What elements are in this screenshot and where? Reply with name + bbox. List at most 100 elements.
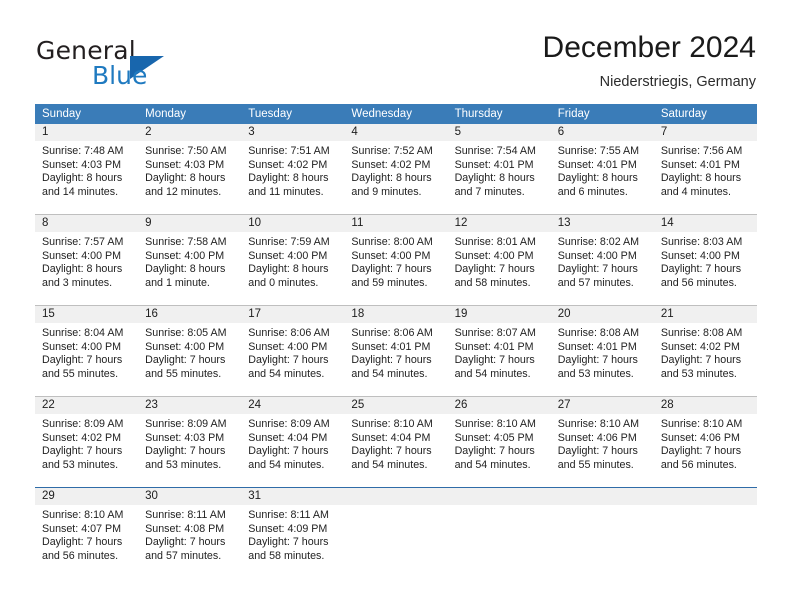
day-cell[interactable]: Sunrise: 8:11 AM Sunset: 4:08 PM Daylight:… <box>138 505 241 578</box>
day-cell[interactable]: Sunrise: 8:08 AM Sunset: 4:02 PM Daylight:… <box>654 323 757 396</box>
day-number[interactable]: 9 <box>138 215 241 232</box>
day-cell[interactable]: Sunrise: 7:58 AM Sunset: 4:00 PM Daylight:… <box>138 232 241 305</box>
general-blue-logo[interactable]: General Blue <box>36 36 276 92</box>
day-daylight2-text: and 54 minutes. <box>248 367 325 380</box>
day-number[interactable] <box>551 488 654 505</box>
day-number[interactable]: 2 <box>138 124 241 141</box>
day-daylight2-text: and 53 minutes. <box>557 367 634 380</box>
day-number[interactable]: 31 <box>241 488 344 505</box>
day-sunrise-text: Sunrise: 8:09 AM <box>145 418 227 430</box>
day-number[interactable]: 24 <box>241 397 344 414</box>
calendar-week-row: 8 9 10 11 12 13 14 Sunrise: 7:57 AM Sunset: 4:00… <box>35 214 757 305</box>
weekday-header-tuesday: Tuesday <box>248 108 292 120</box>
day-cell[interactable]: Sunrise: 8:05 AM Sunset: 4:00 PM Daylight:… <box>138 323 241 396</box>
day-sunrise-text: Sunrise: 8:07 AM <box>454 327 536 339</box>
day-number[interactable]: 25 <box>344 397 447 414</box>
day-cell[interactable]: Sunrise: 8:02 AM Sunset: 4:00 PM Daylight:… <box>551 232 654 305</box>
day-daylight2-text: and 54 minutes. <box>351 458 428 471</box>
day-cell[interactable]: Sunrise: 8:10 AM Sunset: 4:04 PM Daylight:… <box>344 414 447 487</box>
day-number[interactable]: 15 <box>35 306 138 323</box>
day-sunrise-text: Sunrise: 7:54 AM <box>454 145 536 157</box>
day-number[interactable]: 20 <box>551 306 654 323</box>
day-daylight2-text: and 11 minutes. <box>248 185 324 198</box>
day-cell[interactable]: Sunrise: 8:06 AM Sunset: 4:01 PM Daylight:… <box>344 323 447 396</box>
day-sunrise-text: Sunrise: 8:04 AM <box>42 327 124 339</box>
day-daylight2-text: and 55 minutes. <box>145 367 222 380</box>
day-cell[interactable]: Sunrise: 8:10 AM Sunset: 4:07 PM Daylight:… <box>35 505 138 578</box>
day-number[interactable]: 14 <box>654 215 757 232</box>
day-number[interactable]: 28 <box>654 397 757 414</box>
day-number[interactable]: 27 <box>551 397 654 414</box>
day-number[interactable]: 13 <box>551 215 654 232</box>
day-daylight2-text: and 0 minutes. <box>248 276 319 289</box>
day-daylight1-text: Daylight: 7 hours <box>557 263 638 276</box>
day-number[interactable]: 18 <box>344 306 447 323</box>
day-sunset-text: Sunset: 4:00 PM <box>42 340 122 353</box>
day-sunrise-text: Sunrise: 7:59 AM <box>248 236 330 248</box>
day-cell[interactable]: Sunrise: 7:57 AM Sunset: 4:00 PM Daylight:… <box>35 232 138 305</box>
day-number[interactable]: 21 <box>654 306 757 323</box>
day-number[interactable]: 3 <box>241 124 344 141</box>
day-number[interactable]: 5 <box>448 124 551 141</box>
day-daylight1-text: Daylight: 7 hours <box>351 263 432 276</box>
day-cell[interactable]: Sunrise: 7:48 AM Sunset: 4:03 PM Daylight:… <box>35 141 138 214</box>
day-number[interactable] <box>448 488 551 505</box>
day-cell[interactable]: Sunrise: 8:09 AM Sunset: 4:02 PM Daylight:… <box>35 414 138 487</box>
day-cell[interactable] <box>551 505 654 578</box>
day-number[interactable]: 1 <box>35 124 138 141</box>
day-cell[interactable] <box>344 505 447 578</box>
day-sunset-text: Sunset: 4:00 PM <box>454 249 534 262</box>
day-daylight1-text: Daylight: 8 hours <box>557 172 638 185</box>
day-cell[interactable]: Sunrise: 8:00 AM Sunset: 4:00 PM Daylight:… <box>344 232 447 305</box>
day-sunset-text: Sunset: 4:01 PM <box>351 340 431 353</box>
day-cell[interactable]: Sunrise: 8:01 AM Sunset: 4:00 PM Daylight:… <box>448 232 551 305</box>
day-daylight1-text: Daylight: 7 hours <box>42 445 123 458</box>
day-content-band: Sunrise: 8:04 AM Sunset: 4:00 PM Daylight:… <box>35 323 757 396</box>
day-cell[interactable]: Sunrise: 7:51 AM Sunset: 4:02 PM Daylight:… <box>241 141 344 214</box>
day-daylight1-text: Daylight: 8 hours <box>42 172 123 185</box>
day-number[interactable]: 30 <box>138 488 241 505</box>
day-number[interactable] <box>344 488 447 505</box>
day-number[interactable]: 23 <box>138 397 241 414</box>
day-content-band: Sunrise: 8:09 AM Sunset: 4:02 PM Daylight:… <box>35 414 757 487</box>
day-cell[interactable] <box>448 505 551 578</box>
day-daylight1-text: Daylight: 8 hours <box>454 172 535 185</box>
day-number[interactable]: 11 <box>344 215 447 232</box>
day-cell[interactable] <box>654 505 757 578</box>
day-number[interactable]: 4 <box>344 124 447 141</box>
day-daylight1-text: Daylight: 8 hours <box>145 172 226 185</box>
day-number[interactable]: 10 <box>241 215 344 232</box>
day-number[interactable]: 12 <box>448 215 551 232</box>
day-sunset-text: Sunset: 4:00 PM <box>145 340 225 353</box>
day-cell[interactable]: Sunrise: 8:08 AM Sunset: 4:01 PM Daylight:… <box>551 323 654 396</box>
day-cell[interactable]: Sunrise: 7:59 AM Sunset: 4:00 PM Daylight:… <box>241 232 344 305</box>
day-cell[interactable]: Sunrise: 8:10 AM Sunset: 4:06 PM Daylight:… <box>654 414 757 487</box>
day-number[interactable]: 8 <box>35 215 138 232</box>
day-cell[interactable]: Sunrise: 8:10 AM Sunset: 4:06 PM Daylight:… <box>551 414 654 487</box>
day-number[interactable]: 17 <box>241 306 344 323</box>
day-cell[interactable]: Sunrise: 7:52 AM Sunset: 4:02 PM Daylight:… <box>344 141 447 214</box>
day-cell[interactable]: Sunrise: 8:06 AM Sunset: 4:00 PM Daylight:… <box>241 323 344 396</box>
day-number[interactable]: 16 <box>138 306 241 323</box>
day-number[interactable]: 19 <box>448 306 551 323</box>
day-cell[interactable]: Sunrise: 8:10 AM Sunset: 4:05 PM Daylight:… <box>448 414 551 487</box>
day-cell[interactable]: Sunrise: 8:09 AM Sunset: 4:03 PM Daylight:… <box>138 414 241 487</box>
day-cell[interactable]: Sunrise: 7:50 AM Sunset: 4:03 PM Daylight:… <box>138 141 241 214</box>
day-cell[interactable]: Sunrise: 8:04 AM Sunset: 4:00 PM Daylight:… <box>35 323 138 396</box>
day-daylight1-text: Daylight: 7 hours <box>351 445 432 458</box>
day-cell[interactable]: Sunrise: 8:03 AM Sunset: 4:00 PM Daylight:… <box>654 232 757 305</box>
day-number[interactable]: 7 <box>654 124 757 141</box>
day-daylight1-text: Daylight: 8 hours <box>248 263 329 276</box>
day-cell[interactable]: Sunrise: 7:55 AM Sunset: 4:01 PM Daylight:… <box>551 141 654 214</box>
day-number[interactable]: 6 <box>551 124 654 141</box>
day-cell[interactable]: Sunrise: 7:54 AM Sunset: 4:01 PM Daylight:… <box>448 141 551 214</box>
day-number[interactable]: 22 <box>35 397 138 414</box>
day-cell[interactable]: Sunrise: 8:09 AM Sunset: 4:04 PM Daylight:… <box>241 414 344 487</box>
day-sunrise-text: Sunrise: 7:56 AM <box>660 145 743 157</box>
day-number[interactable]: 26 <box>448 397 551 414</box>
day-cell[interactable]: Sunrise: 8:11 AM Sunset: 4:09 PM Daylight:… <box>241 505 344 578</box>
day-number[interactable] <box>654 488 757 505</box>
day-cell[interactable]: Sunrise: 7:56 AM Sunset: 4:01 PM Daylight:… <box>654 141 757 214</box>
day-number[interactable]: 29 <box>35 488 138 505</box>
day-cell[interactable]: Sunrise: 8:07 AM Sunset: 4:01 PM Daylight:… <box>448 323 551 396</box>
